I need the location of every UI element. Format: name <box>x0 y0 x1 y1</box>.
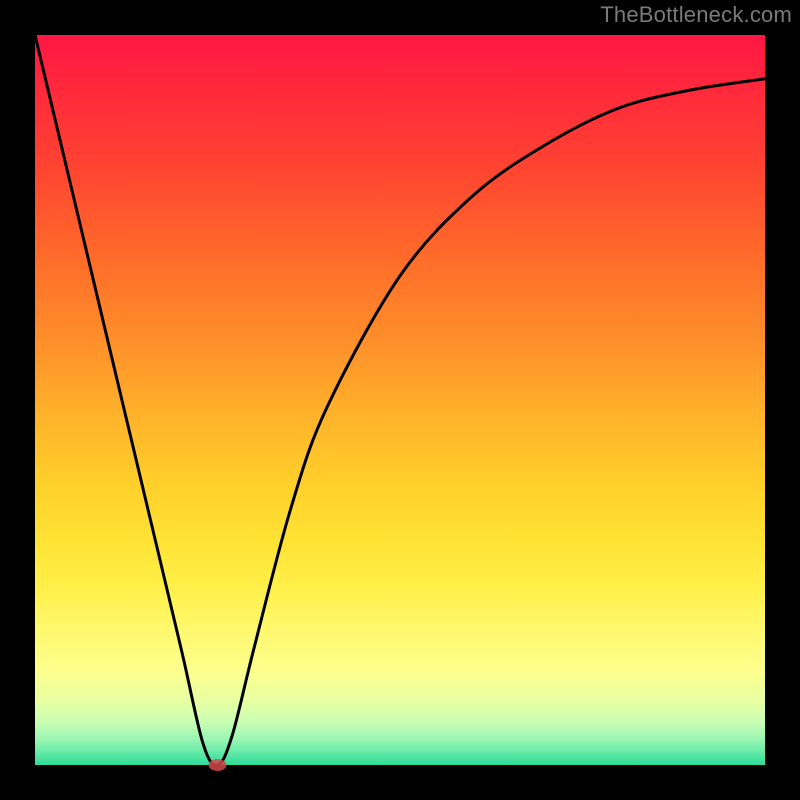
bottleneck-curve-svg <box>35 35 765 765</box>
chart-frame: TheBottleneck.com <box>0 0 800 800</box>
watermark-text: TheBottleneck.com <box>600 2 792 28</box>
optimal-point-marker <box>209 759 227 771</box>
bottleneck-curve-path <box>35 35 765 765</box>
